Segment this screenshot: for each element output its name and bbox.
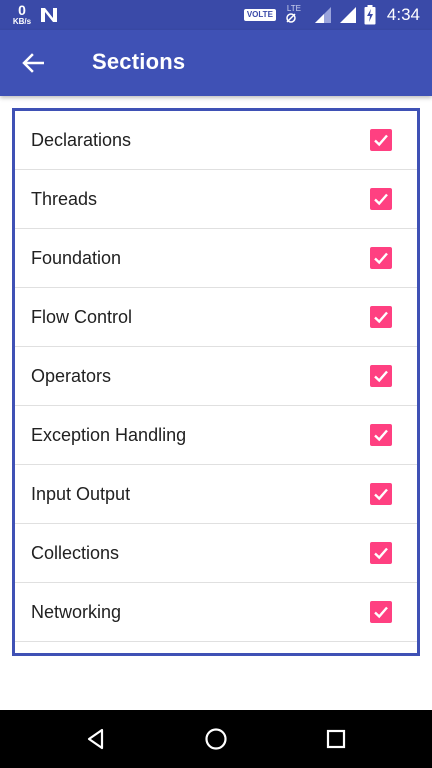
section-checkbox[interactable] — [370, 247, 392, 269]
volte-badge: VOLTE — [243, 9, 276, 21]
section-checkbox[interactable] — [370, 365, 392, 387]
checkmark-icon — [374, 429, 388, 442]
checkmark-icon — [374, 134, 388, 147]
section-label: Networking — [31, 601, 122, 622]
section-checkbox[interactable] — [370, 424, 392, 446]
checkmark-icon — [374, 606, 388, 619]
section-checkbox[interactable] — [370, 129, 392, 151]
section-label: Foundation — [31, 247, 122, 268]
list-item[interactable]: Collections — [15, 524, 417, 583]
checkmark-icon — [374, 311, 388, 324]
section-checkbox[interactable] — [370, 542, 392, 564]
section-label: Collections — [31, 542, 120, 563]
list-item[interactable]: Input Output — [15, 465, 417, 524]
section-label: Exception Handling — [31, 424, 187, 445]
status-icons: VOLTE LTE 4:34 — [243, 0, 420, 30]
list-item[interactable]: Threads — [15, 170, 417, 229]
section-label: Flow Control — [31, 306, 133, 327]
arrow-left-icon — [22, 53, 44, 73]
section-checkbox[interactable] — [370, 306, 392, 328]
status-time: 4:34 — [386, 5, 420, 24]
checkmark-icon — [374, 252, 388, 265]
navigation-bar — [0, 710, 432, 768]
section-label: Threads — [31, 188, 98, 209]
list-item[interactable]: Networking — [15, 583, 417, 642]
section-label: Input Output — [31, 483, 131, 504]
section-label: Declarations — [31, 129, 132, 150]
network-speed-indicator: 0 KB/s — [10, 3, 34, 26]
list-item[interactable]: Operators — [15, 347, 417, 406]
signal-strength-icon-1 — [314, 7, 331, 23]
list-item[interactable]: Exception Handling — [15, 406, 417, 465]
screen: 0 KB/s VOLTE LTE 4:34 Sections Declarati… — [0, 0, 432, 768]
page-title: Sections — [92, 49, 186, 74]
list-item[interactable]: Foundation — [15, 229, 417, 288]
notification-n-icon — [41, 8, 57, 22]
sections-list: Declarations Threads Foundation Flow Con… — [12, 108, 420, 656]
checkmark-icon — [374, 193, 388, 206]
recents-square-icon[interactable] — [321, 724, 351, 754]
back-triangle-icon[interactable] — [81, 724, 111, 754]
network-speed-value: 0 — [18, 2, 26, 18]
app-bar: Sections — [0, 30, 432, 96]
lte-signal-icon: LTE — [283, 4, 307, 25]
status-bar: 0 KB/s VOLTE LTE 4:34 — [0, 0, 432, 30]
section-checkbox[interactable] — [370, 483, 392, 505]
section-checkbox[interactable] — [370, 601, 392, 623]
section-label: Operators — [31, 365, 112, 386]
list-item[interactable]: Declarations — [15, 111, 417, 170]
section-checkbox[interactable] — [370, 188, 392, 210]
checkmark-icon — [374, 488, 388, 501]
home-circle-icon[interactable] — [201, 724, 231, 754]
back-button[interactable] — [18, 48, 48, 78]
checkmark-icon — [374, 370, 388, 383]
battery-charging-icon — [364, 5, 376, 25]
checkmark-icon — [374, 547, 388, 560]
list-item[interactable]: Flow Control — [15, 288, 417, 347]
network-speed-unit: KB/s — [12, 17, 32, 26]
signal-strength-icon-2 — [339, 7, 356, 23]
